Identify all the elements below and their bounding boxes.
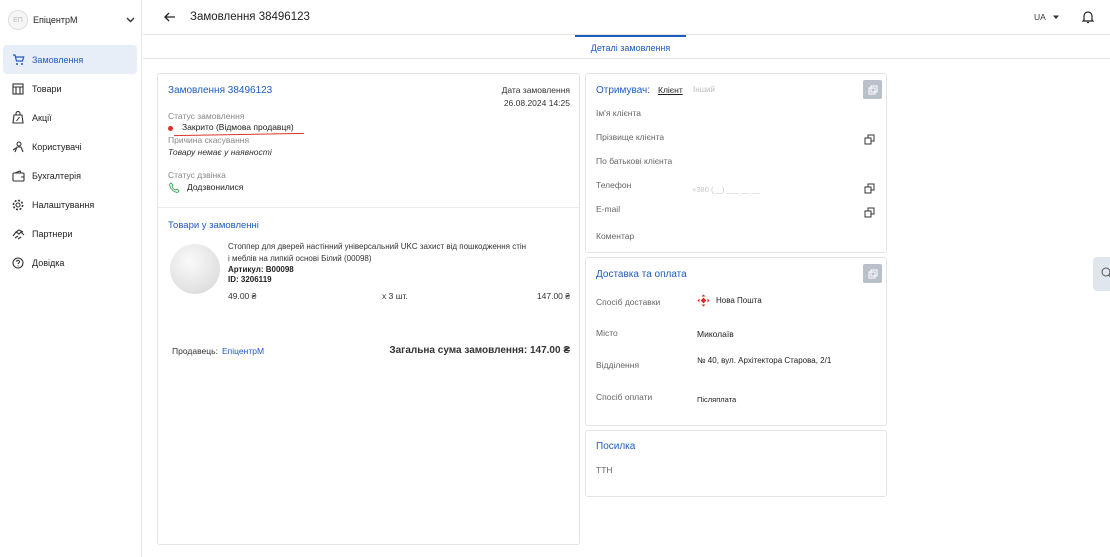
wallet-icon [11, 169, 25, 183]
sidebar-item-label: Партнери [32, 228, 73, 239]
product-id: ID: 3206119 [228, 275, 272, 284]
copy-icon[interactable] [864, 134, 876, 146]
order-date-value: 26.08.2024 14:25 [503, 98, 570, 108]
sidebar-item-products[interactable]: Товари [3, 74, 137, 103]
delivery-method-label: Спосіб доставки [596, 297, 661, 307]
language-selector[interactable]: UA [1034, 12, 1046, 22]
arrow-left-icon[interactable] [163, 10, 177, 24]
phone-field[interactable]: +380 (__) ___ __ __ [692, 185, 760, 194]
status-label: Статус замовлення [168, 111, 245, 121]
divider [158, 207, 579, 208]
seller-label: Продавець: [172, 346, 218, 356]
store-avatar: ЕП [8, 10, 28, 30]
tab-order-details[interactable]: Деталі замовлення [575, 35, 686, 59]
copy-icon[interactable] [864, 183, 876, 195]
branch-value: № 40, вул. Архітектора Старова, 2/1 [697, 356, 832, 365]
recipient-tab-other[interactable]: Інший [693, 85, 715, 94]
payment-value: Післяплата [697, 395, 737, 404]
copy-button[interactable] [863, 80, 882, 99]
call-status-label: Статус дзвінка [168, 170, 226, 180]
order-total: Загальна сума замовлення: 147.00 ₴ [389, 345, 570, 356]
sidebar-item-help[interactable]: Довідка [3, 248, 137, 277]
sidebar-nav: Замовлення Товари Акції Користувачі Бухг… [3, 45, 137, 277]
cart-icon [11, 53, 25, 67]
sidebar-item-promotions[interactable]: Акції [3, 103, 137, 132]
order-card: Замовлення 38496123 Дата замовлення 26.0… [157, 73, 580, 545]
phone-icon [169, 182, 180, 193]
product-name-line1[interactable]: Стоппер для дверей настінний універсальн… [228, 242, 526, 251]
discount-bag-icon [11, 111, 25, 125]
handshake-icon [11, 227, 25, 241]
delivery-method-value: Нова Пошта [716, 296, 762, 305]
caret-down-icon[interactable] [1052, 13, 1060, 21]
product-image[interactable] [170, 244, 220, 294]
product-sum: 147.00 ₴ [536, 291, 570, 301]
ttn-label: ТТН [596, 465, 613, 475]
recipient-title: Отримувач: [596, 85, 651, 96]
payment-label: Спосіб оплати [596, 392, 653, 402]
top-header: Замовлення 38496123 UA [143, 0, 1110, 35]
product-price: 49.00 ₴ [228, 291, 257, 301]
branch-label: Відділення [596, 360, 640, 370]
product-qty: x 3 шт. [382, 291, 408, 301]
city-value: Миколаїв [697, 329, 734, 339]
sidebar-item-label: Користувачі [32, 141, 82, 152]
tabs-bar: Деталі замовлення [143, 35, 1110, 59]
recipient-card: Отримувач: Клієнт Інший Ім'я клієнта Прі… [585, 73, 887, 253]
seller-link[interactable]: ЕпіцентрМ [222, 346, 264, 356]
store-switcher[interactable]: ЕП ЕпіцентрМ [8, 8, 136, 32]
sidebar-item-label: Товари [32, 83, 62, 94]
nova-poshta-logo-icon [697, 294, 710, 307]
cancel-reason-label: Причина скасування [168, 135, 250, 145]
sidebar-item-partners[interactable]: Партнери [3, 219, 137, 248]
products-title: Товари у замовленні [168, 220, 259, 231]
delivery-card: Доставка та оплата Спосіб доставки Нова … [585, 257, 887, 426]
bell-icon[interactable] [1081, 10, 1095, 24]
product-name-line2[interactable]: і меблів на липкій основі Білий (00098) [228, 254, 372, 263]
chat-icon [1100, 267, 1110, 281]
chevron-down-icon[interactable] [124, 14, 136, 26]
store-icon [11, 82, 25, 96]
comment-label: Коментар [596, 231, 635, 241]
delivery-title: Доставка та оплата [596, 269, 687, 280]
email-label: E-mail [596, 204, 621, 214]
call-status-value: Додзвонилися [187, 182, 244, 192]
cancel-reason-value: Товару немає у наявності [168, 147, 272, 157]
recipient-tab-client[interactable]: Клієнт [658, 85, 683, 95]
phone-label: Телефон [596, 180, 632, 190]
help-icon [11, 256, 25, 270]
sidebar-item-label: Замовлення [32, 54, 84, 65]
sidebar: ЕП ЕпіцентрМ Замовлення Товари Акції Кор… [0, 0, 142, 557]
sidebar-item-label: Довідка [32, 257, 65, 268]
parcel-card: Посилка ТТН [585, 430, 887, 497]
sidebar-item-label: Налаштування [32, 199, 95, 210]
first-name-label: Ім'я клієнта [596, 108, 642, 118]
order-date-label: Дата замовлення [501, 85, 570, 95]
status-value: Закрито (Відмова продавця) [182, 122, 294, 132]
copy-button[interactable] [863, 264, 882, 283]
page-title: Замовлення 38496123 [190, 11, 310, 23]
sidebar-item-orders[interactable]: Замовлення [3, 45, 137, 74]
status-dot [168, 126, 173, 131]
sidebar-item-settings[interactable]: Налаштування [3, 190, 137, 219]
gear-icon [11, 198, 25, 212]
chat-widget-button[interactable] [1093, 257, 1110, 291]
sidebar-item-users[interactable]: Користувачі [3, 132, 137, 161]
parcel-title: Посилка [596, 441, 636, 452]
copy-icon[interactable] [864, 207, 876, 219]
middle-name-label: По батькові клієнта [596, 156, 673, 166]
last-name-label: Прізвище клієнта [596, 132, 665, 142]
sidebar-item-label: Акції [32, 112, 52, 123]
city-label: Місто [596, 328, 618, 338]
store-name: ЕпіцентрМ [33, 15, 78, 25]
sidebar-item-accounting[interactable]: Бухгалтерія [3, 161, 137, 190]
sidebar-item-label: Бухгалтерія [32, 170, 81, 181]
product-article: Артикул: B00098 [228, 265, 294, 274]
users-icon [11, 140, 25, 154]
order-title: Замовлення 38496123 [168, 85, 273, 96]
